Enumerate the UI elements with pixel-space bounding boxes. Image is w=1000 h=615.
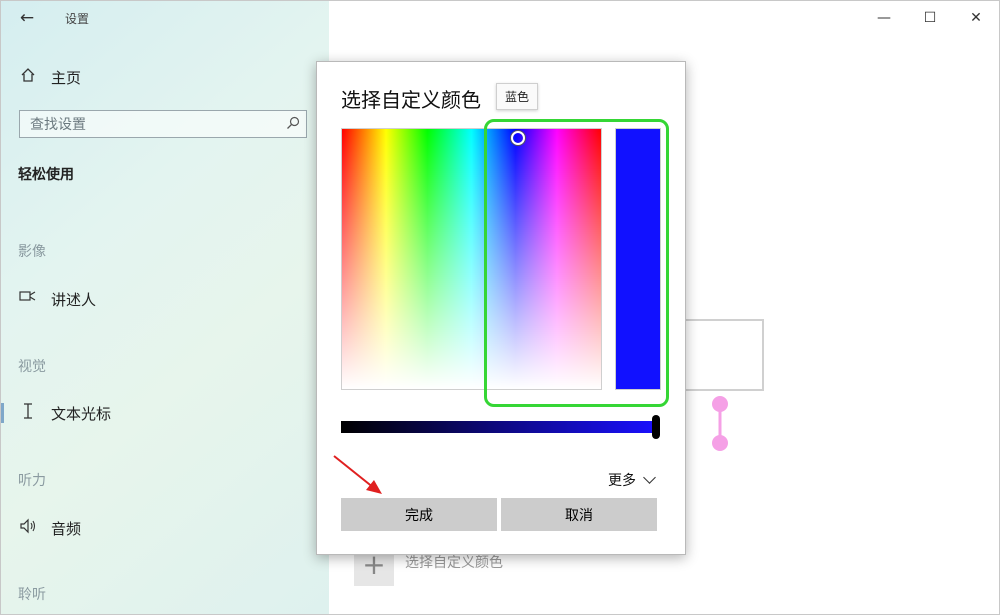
search-input[interactable] (20, 111, 282, 139)
search-field[interactable] (19, 110, 307, 139)
maximize-button[interactable]: ☐ (915, 7, 945, 29)
section-heading-speech: 聆听 (18, 587, 46, 603)
window-title: 设置 (65, 12, 90, 26)
sidebar-item-label: 音频 (51, 520, 82, 538)
add-custom-color-label[interactable]: 选择自定义颜色 (405, 552, 503, 572)
highlight-annotation-box (484, 119, 669, 407)
cursor-preview-box (684, 319, 764, 391)
sidebar-item-label: 讲述人 (51, 291, 97, 309)
done-button[interactable]: 完成 (341, 498, 497, 531)
text-cursor-indicator-preview (712, 396, 728, 451)
category-heading: 轻松使用 (18, 167, 74, 183)
brightness-slider[interactable] (341, 421, 657, 433)
sidebar-item-label: 文本光标 (51, 405, 112, 423)
speaker-icon (18, 518, 38, 538)
more-options-toggle[interactable]: 更多 (608, 470, 656, 490)
sidebar: ← 设置 主页 轻松使用 影像 讲述人 视觉 (1, 1, 329, 614)
minimize-button[interactable]: — (869, 7, 899, 29)
annotation-arrow-icon (333, 455, 382, 494)
more-label: 更多 (608, 473, 636, 489)
text-cursor-icon (18, 403, 38, 423)
chevron-down-icon (643, 471, 656, 484)
sidebar-item-home[interactable]: 主页 (1, 64, 329, 92)
close-button[interactable]: ✕ (961, 7, 991, 29)
section-heading-vision-media: 影像 (18, 244, 46, 260)
search-icon[interactable] (286, 116, 300, 130)
sidebar-item-label: 主页 (51, 69, 82, 87)
section-heading-vision: 视觉 (18, 359, 46, 375)
dialog-title: 选择自定义颜色 (341, 88, 481, 112)
narrator-icon (18, 289, 38, 309)
sidebar-item-audio[interactable]: 音频 (1, 515, 329, 543)
sidebar-item-narrator[interactable]: 讲述人 (1, 286, 329, 314)
back-arrow-icon[interactable]: ← (17, 8, 37, 28)
color-name-tooltip: 蓝色 (496, 83, 539, 110)
brightness-slider-thumb[interactable] (652, 415, 660, 439)
sidebar-item-text-cursor[interactable]: 文本光标 (1, 400, 329, 428)
cancel-button[interactable]: 取消 (501, 498, 657, 531)
home-icon (18, 67, 38, 87)
section-heading-hearing: 听力 (18, 473, 46, 489)
